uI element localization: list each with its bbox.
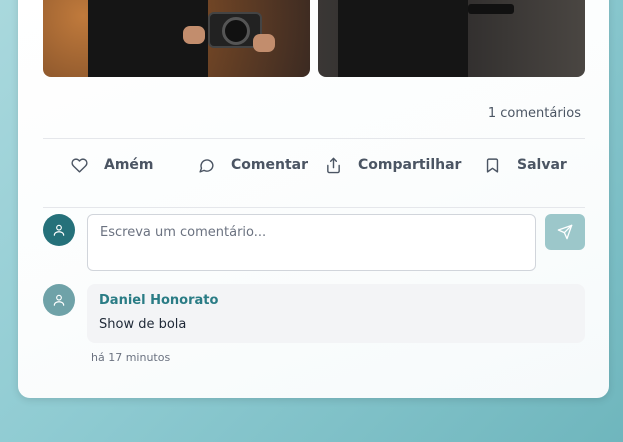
like-label: Amém bbox=[104, 157, 154, 173]
bookmark-icon bbox=[486, 157, 499, 173]
user-icon bbox=[53, 294, 65, 306]
post-actions: Amém Comentar Compartilhar Salvar bbox=[43, 145, 585, 185]
current-user-avatar bbox=[43, 214, 75, 246]
camera-lens bbox=[222, 17, 250, 45]
divider bbox=[43, 207, 585, 208]
message-circle-icon bbox=[199, 158, 214, 173]
post-photo-2[interactable] bbox=[318, 0, 585, 77]
post-card: 1 comentários Amém Comentar Compartilhar… bbox=[18, 0, 609, 398]
comment-author-avatar[interactable] bbox=[43, 284, 75, 316]
save-label: Salvar bbox=[517, 157, 567, 173]
save-button[interactable]: Salvar bbox=[484, 145, 567, 185]
comment-text: Show de bola bbox=[99, 317, 187, 332]
heart-icon bbox=[71, 157, 88, 173]
share-label: Compartilhar bbox=[358, 157, 462, 173]
like-button[interactable]: Amém bbox=[71, 145, 154, 185]
comment-bubble: Daniel Honorato Show de bola bbox=[87, 284, 585, 343]
photo-camera bbox=[468, 4, 514, 14]
comment-count[interactable]: 1 comentários bbox=[488, 106, 581, 121]
comment-label: Comentar bbox=[231, 157, 308, 173]
comment-author[interactable]: Daniel Honorato bbox=[99, 293, 573, 308]
share-icon bbox=[327, 157, 340, 173]
user-icon bbox=[53, 224, 65, 236]
send-comment-button[interactable] bbox=[545, 214, 585, 250]
photo-hand bbox=[183, 26, 205, 44]
send-icon bbox=[557, 224, 573, 240]
post-photo-1[interactable] bbox=[43, 0, 310, 77]
comment-timestamp: há 17 minutos bbox=[91, 351, 171, 364]
photo-figure bbox=[338, 0, 468, 77]
comment-input[interactable] bbox=[87, 214, 536, 271]
comment-button[interactable]: Comentar bbox=[198, 145, 308, 185]
photo-hand bbox=[253, 34, 275, 52]
divider bbox=[43, 138, 585, 139]
share-button[interactable]: Compartilhar bbox=[325, 145, 461, 185]
